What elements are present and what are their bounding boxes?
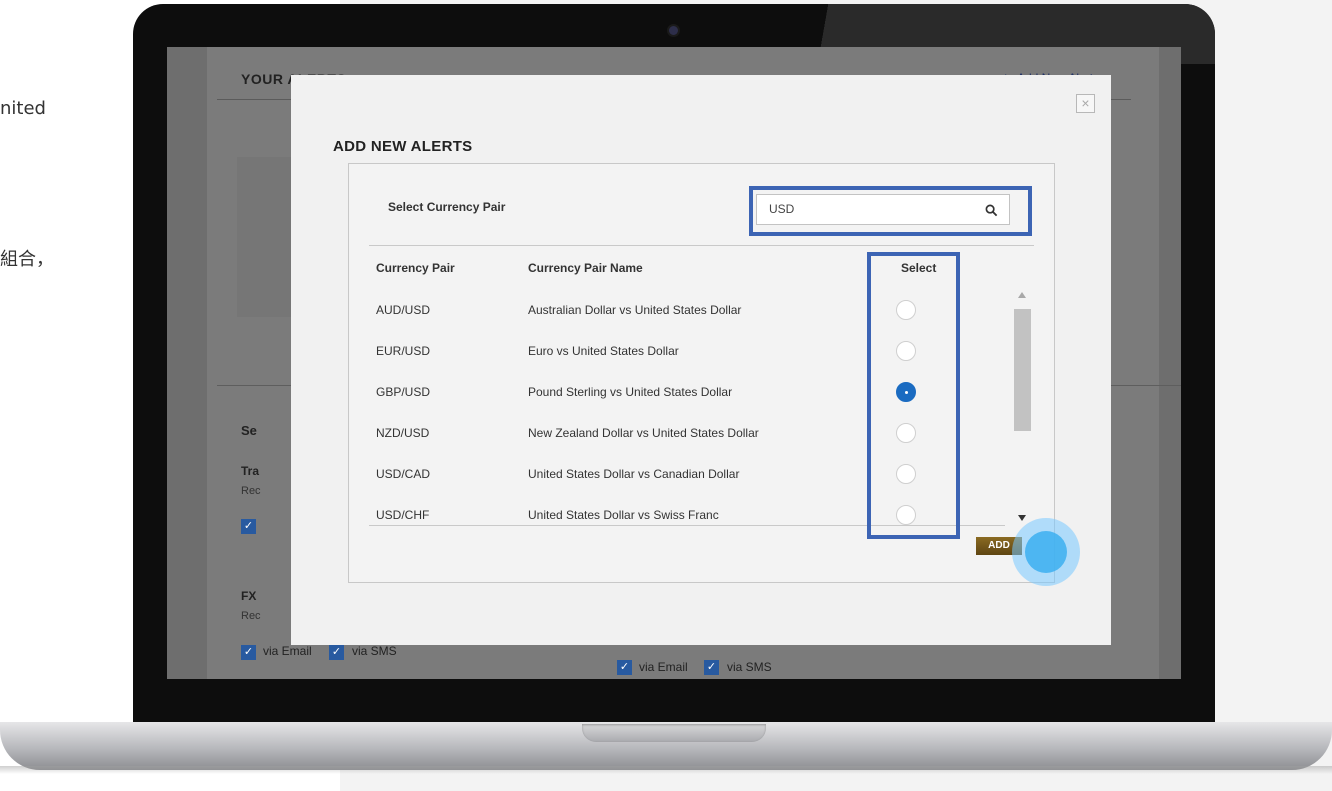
via-email-label: via Email <box>263 644 312 658</box>
search-highlight-box <box>749 186 1032 236</box>
row-pair: GBP/USD <box>376 385 431 399</box>
scroll-thumb[interactable] <box>1014 309 1031 431</box>
background-section-tra: Tra <box>241 464 260 478</box>
list-scrollbar[interactable] <box>1012 289 1032 525</box>
side-text-1: nited <box>0 98 46 119</box>
sms-checkbox[interactable]: ✓ <box>329 645 344 660</box>
email-checkbox-2[interactable]: ✓ <box>617 660 632 675</box>
row-pair: EUR/USD <box>376 344 431 358</box>
sms-checkbox-2[interactable]: ✓ <box>704 660 719 675</box>
column-header-pair: Currency Pair <box>376 261 455 275</box>
laptop-shadow <box>0 766 1332 774</box>
background-checkbox[interactable]: ✓ <box>241 519 256 534</box>
select-column-highlight-box <box>867 252 960 539</box>
row-pair: USD/CAD <box>376 467 431 481</box>
add-alerts-modal: × ADD NEW ALERTS Select Currency Pair US… <box>291 75 1111 645</box>
row-name: Australian Dollar vs United States Dolla… <box>528 303 742 317</box>
row-pair: NZD/USD <box>376 426 430 440</box>
select-currency-pair-label: Select Currency Pair <box>388 200 506 214</box>
modal-title: ADD NEW ALERTS <box>333 138 473 155</box>
row-pair: AUD/USD <box>376 303 431 317</box>
via-sms-label-2: via SMS <box>727 660 772 674</box>
background-section-heading: Se <box>241 423 257 438</box>
laptop-lid: YOUR ALERTS ▶ Add New Alerts Se Tra Rec … <box>133 4 1215 730</box>
background-section-rec: Rec <box>241 485 261 497</box>
scroll-down-icon[interactable] <box>1018 515 1026 521</box>
row-name: United States Dollar vs Swiss Franc <box>528 508 719 522</box>
laptop-screen: YOUR ALERTS ▶ Add New Alerts Se Tra Rec … <box>167 47 1181 679</box>
background-section-rec-2: Rec <box>241 610 261 622</box>
row-name: Euro vs United States Dollar <box>528 344 679 358</box>
laptop-notch <box>582 724 766 742</box>
side-text-2: 組合， <box>0 249 54 270</box>
scroll-up-icon[interactable] <box>1018 292 1026 298</box>
row-pair: USD/CHF <box>376 508 430 522</box>
via-sms-label: via SMS <box>352 644 397 658</box>
close-icon[interactable]: × <box>1076 94 1095 113</box>
column-header-name: Currency Pair Name <box>528 261 643 275</box>
row-name: Pound Sterling vs United States Dollar <box>528 385 733 399</box>
header-divider <box>369 245 1034 246</box>
currency-pair-panel: Select Currency Pair USD Currency Pair C… <box>348 163 1080 586</box>
background-section-fx: FX <box>241 589 257 603</box>
row-name: United States Dollar vs Canadian Dollar <box>528 467 740 481</box>
email-checkbox[interactable]: ✓ <box>241 645 256 660</box>
touch-pointer-indicator <box>1012 518 1080 586</box>
via-email-label-2: via Email <box>639 660 688 674</box>
camera-icon <box>669 26 678 35</box>
row-name: New Zealand Dollar vs United States Doll… <box>528 426 759 440</box>
